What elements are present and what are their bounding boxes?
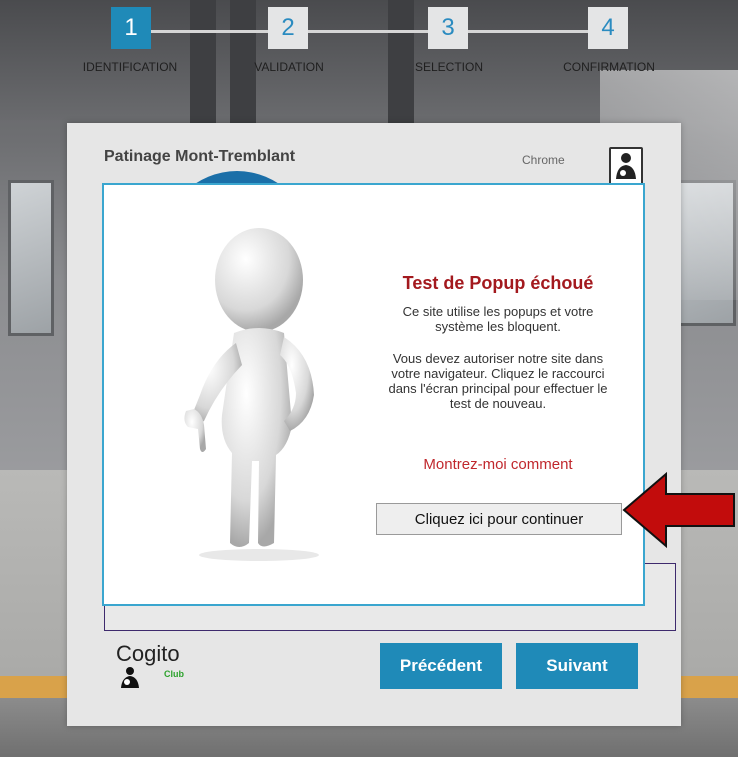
step-3: 3 <box>428 7 468 49</box>
step-2: 2 <box>268 7 308 49</box>
previous-button[interactable]: Précédent <box>380 643 502 689</box>
continue-button[interactable]: Cliquez ici pour continuer <box>376 503 622 535</box>
cogito-mark-icon <box>121 667 139 688</box>
cogito-logo: Cogito Club <box>112 641 192 691</box>
step-4: 4 <box>588 7 628 49</box>
stepper-line <box>150 30 610 33</box>
step-1-label: IDENTIFICATION <box>82 60 178 74</box>
popup-title: Test de Popup échoué <box>402 273 594 293</box>
step-3-label: SELECTION <box>414 60 483 74</box>
logo-sub: Club <box>164 669 184 679</box>
progress-stepper: 1 2 3 4 IDENTIFICATION VALIDATION SELECT… <box>0 0 738 90</box>
next-button[interactable]: Suivant <box>516 643 638 689</box>
logo-text: Cogito <box>116 641 180 666</box>
show-me-how-link[interactable]: Montrez-moi comment <box>350 456 646 473</box>
popup-instructions: Vous devez autoriser notre site dans vot… <box>388 351 608 411</box>
step-1: 1 <box>111 7 151 49</box>
club-name: Patinage Mont-Tremblant <box>104 148 296 165</box>
step-4-label: CONFIRMATION <box>563 60 655 74</box>
popup-dialog: Test de Popup échoué Ce site utilise les… <box>102 183 645 606</box>
background-window <box>8 180 54 336</box>
red-arrow-icon <box>622 471 735 549</box>
popup-message: Ce site utilise les popups et votre syst… <box>402 304 594 334</box>
thumbs-down-figure-icon <box>184 228 319 561</box>
person-icon[interactable] <box>609 147 643 185</box>
browser-name: Chrome <box>522 153 565 167</box>
step-2-label: VALIDATION <box>254 60 324 74</box>
